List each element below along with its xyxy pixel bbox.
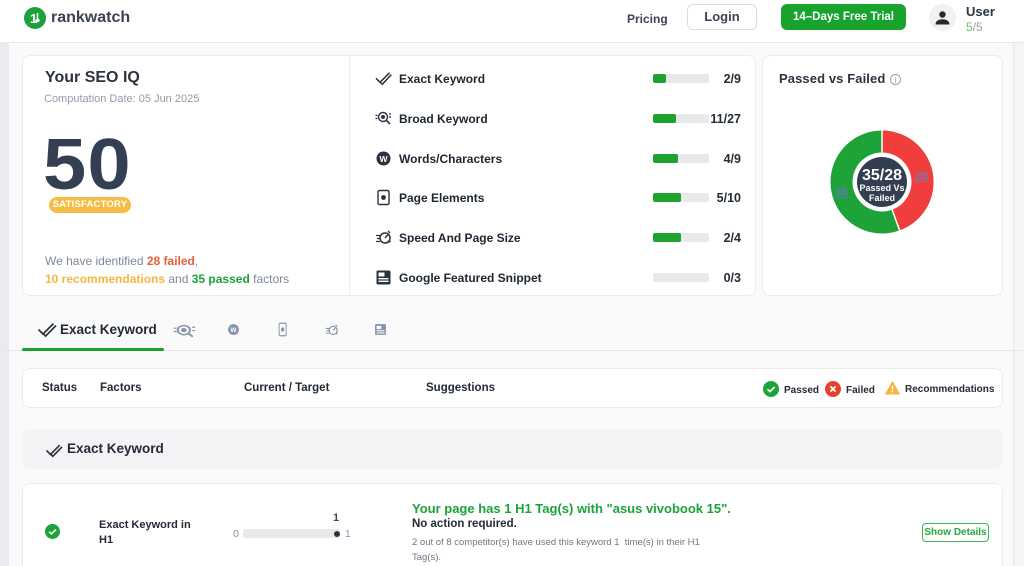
svg-text:35/28: 35/28 (862, 167, 902, 184)
svg-text:Passed Vs: Passed Vs (859, 183, 904, 193)
svg-text:W: W (379, 154, 388, 164)
svg-text:Failed: Failed (869, 193, 895, 203)
svg-text:1: 1 (30, 11, 37, 26)
svg-text:W: W (230, 327, 237, 334)
